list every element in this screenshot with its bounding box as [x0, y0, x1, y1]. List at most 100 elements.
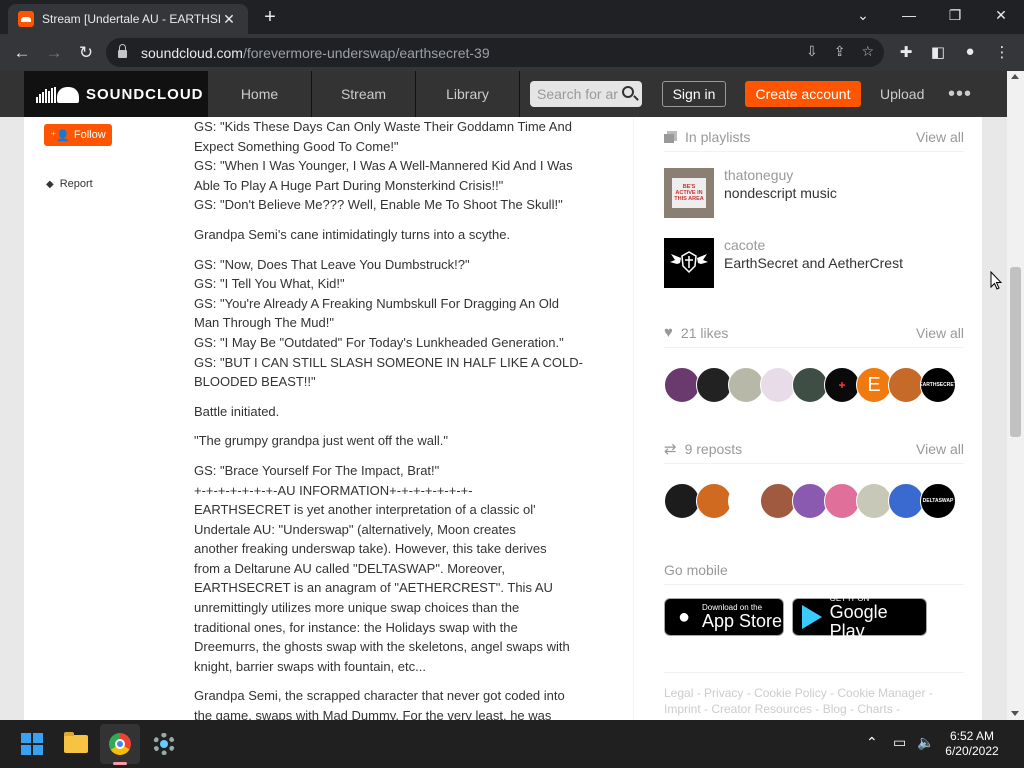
network-icon[interactable]: ▭ [893, 734, 906, 751]
scroll-down-arrow-icon[interactable] [1011, 711, 1019, 716]
extensions-puzzle-icon[interactable]: ✚ [896, 43, 916, 61]
description-line: Grandpa Semi's cane intimidatingly turns… [194, 226, 511, 242]
follow-label: Follow [73, 129, 106, 141]
scroll-thumb[interactable] [1010, 267, 1021, 437]
tab-search-icon[interactable]: ⌄ [840, 0, 886, 30]
minimize-button[interactable]: — [886, 0, 932, 30]
settings-gear-icon[interactable] [148, 728, 180, 760]
likes-view-all[interactable]: View all [916, 325, 964, 341]
address-bar[interactable]: soundcloud.com/forevermore-underswap/ear… [106, 38, 884, 67]
footer-links[interactable]: Legal - Privacy - Cookie Policy - Cookie… [664, 672, 964, 717]
reposts-count[interactable]: 9 reposts [685, 441, 743, 457]
logo-text: SOUNDCLOUD [86, 85, 204, 103]
avatar[interactable] [856, 483, 892, 519]
playlist-user[interactable]: thatoneguy [724, 166, 837, 184]
avatar[interactable] [664, 483, 700, 519]
volume-icon[interactable]: 🔈 [917, 734, 934, 751]
reload-icon[interactable]: ↻ [73, 40, 99, 66]
soundcloud-logo[interactable]: SOUNDCLOUD [24, 71, 208, 117]
install-app-icon[interactable]: ⇩ [806, 43, 818, 60]
avatar[interactable] [792, 367, 828, 403]
description-line: Undertale AU: "Underswap" (alternatively… [194, 521, 516, 537]
report-label: Report [59, 178, 93, 190]
side-panel-icon[interactable]: ◧ [928, 43, 948, 61]
description-line: GS: "Don't Believe Me??? Well, Enable Me… [194, 197, 563, 213]
track-description: GS: "Kids These Days Can Only Waste Thei… [194, 117, 606, 720]
tab-title: Stream [Undertale AU - EARTHSE [42, 12, 220, 26]
reposts-view-all[interactable]: View all [916, 441, 964, 457]
google-play-button[interactable]: GET IT ON Google Play [792, 594, 927, 640]
avatar[interactable]: E [856, 367, 892, 403]
create-account-button[interactable]: Create account [745, 81, 861, 107]
playlist-artwork[interactable]: BE'S ACTIVE IN THIS AREA [664, 168, 714, 218]
nav-home[interactable]: Home [208, 71, 312, 117]
tab-close-icon[interactable]: ✕ [220, 11, 238, 28]
avatar[interactable] [824, 483, 860, 519]
playlist-title[interactable]: EarthSecret and AetherCrest [724, 254, 903, 273]
avatar[interactable] [760, 367, 796, 403]
sign-in-button[interactable]: Sign in [662, 81, 726, 107]
description-line: GS: "When I Was Younger, I Was A Well-Ma… [194, 158, 573, 174]
app-store-button[interactable]: ● Download on the App Store [664, 598, 784, 636]
description-line: another freaking underswap take). Howeve… [194, 541, 547, 557]
search-icon[interactable] [622, 86, 634, 98]
playlist-title[interactable]: nondescript music [724, 184, 837, 203]
playlists-view-all[interactable]: View all [916, 129, 964, 145]
description-line: Able To Play A Huge Part During Monsterk… [194, 177, 504, 193]
nav-stream[interactable]: Stream [312, 71, 416, 117]
description-line: GS: "BUT I CAN STILL SLASH SOMEONE IN HA… [194, 354, 583, 370]
share-icon[interactable]: ⇪ [834, 43, 846, 60]
browser-tab[interactable]: Stream [Undertale AU - EARTHSE ✕ [8, 4, 248, 34]
avatar[interactable] [696, 367, 732, 403]
bookmark-star-icon[interactable]: ☆ [861, 43, 874, 60]
likes-count[interactable]: 21 likes [681, 325, 728, 341]
avatar[interactable] [792, 483, 828, 519]
file-explorer-icon[interactable] [60, 728, 92, 760]
avatar[interactable] [696, 483, 732, 519]
avatar[interactable] [664, 367, 700, 403]
tray-chevron-icon[interactable]: ⌃ [866, 734, 878, 751]
reposts-avatars: DELTASWAP [664, 483, 956, 519]
playlist-user[interactable]: cacote [724, 236, 903, 254]
restore-button[interactable]: ❐ [932, 0, 978, 30]
search-input[interactable]: Search for ar [530, 81, 642, 107]
profile-avatar-icon[interactable]: ● [960, 43, 980, 60]
lock-icon[interactable] [118, 44, 127, 58]
back-arrow-icon[interactable]: ← [9, 40, 35, 66]
avatar[interactable] [728, 483, 764, 519]
playlist-item[interactable]: BE'S ACTIVE IN THIS AREA thatoneguy nond… [664, 166, 964, 218]
column-divider [633, 117, 634, 720]
scroll-up-arrow-icon[interactable] [1011, 74, 1019, 79]
taskbar-clock[interactable]: 6:52 AM 6/20/2022 [944, 729, 1000, 759]
chrome-icon[interactable] [104, 728, 136, 760]
windows-start-icon[interactable] [16, 728, 48, 760]
playlist-art-sign: BE'S ACTIVE IN THIS AREA [672, 178, 706, 208]
description-line: from a Deltarune AU called "DELTASWAP". … [194, 560, 505, 576]
winged-shield-icon [670, 251, 708, 274]
repost-icon: ⇄ [664, 440, 677, 458]
close-window-button[interactable]: ✕ [978, 0, 1024, 30]
follow-button[interactable]: ⁺👤 Follow [44, 124, 112, 146]
description-paragraph: "The grumpy grandpa just went off the wa… [194, 431, 606, 451]
avatar[interactable]: DELTASWAP [920, 483, 956, 519]
avatar[interactable] [888, 367, 924, 403]
more-options-icon[interactable]: ••• [948, 81, 972, 107]
page-scrollbar[interactable] [1007, 71, 1024, 720]
track-page: ⁺👤 Follow ◆ Report GS: "Kids These Days … [24, 117, 982, 720]
soundcloud-header: SOUNDCLOUD Home Stream Library Search fo… [0, 71, 1007, 117]
avatar[interactable] [728, 367, 764, 403]
avatar[interactable] [888, 483, 924, 519]
avatar[interactable]: EARTHSECRET [920, 367, 956, 403]
nav-library[interactable]: Library [416, 71, 520, 117]
soundcloud-cloud-icon [36, 85, 80, 103]
playlist-item[interactable]: cacote EarthSecret and AetherCrest [664, 236, 964, 288]
avatar[interactable] [760, 483, 796, 519]
playlist-artwork[interactable] [664, 238, 714, 288]
new-tab-button[interactable]: + [258, 6, 282, 29]
forward-arrow-icon[interactable]: → [41, 40, 67, 66]
report-button[interactable]: ◆ Report [46, 178, 93, 190]
description-line: BLOODED BEAST!!" [194, 374, 316, 390]
avatar[interactable]: ✚ [824, 367, 860, 403]
browser-menu-icon[interactable]: ⋮ [992, 43, 1012, 61]
upload-link[interactable]: Upload [880, 81, 924, 107]
